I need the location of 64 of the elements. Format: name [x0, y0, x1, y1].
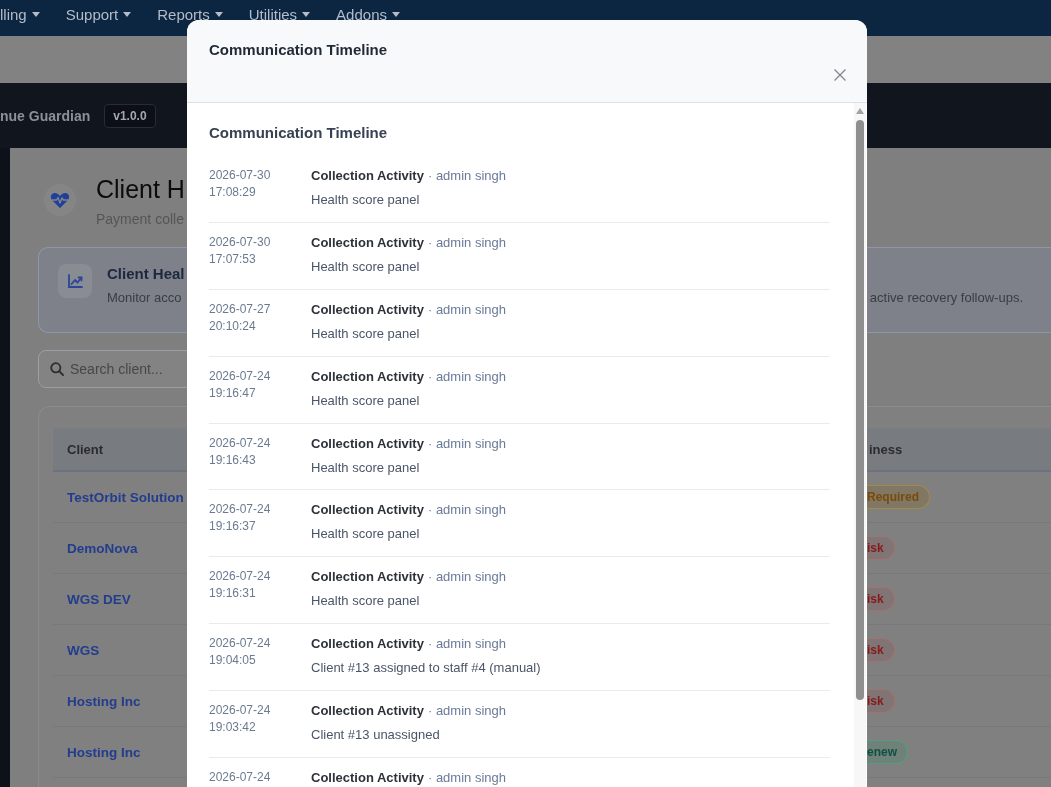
- entry-title: Collection Activity: [311, 702, 424, 721]
- entry-author: · admin singh: [427, 501, 506, 520]
- entry-title: Collection Activity: [311, 769, 424, 787]
- entry-date: 2026-07-24: [209, 367, 271, 385]
- status-badge: isk: [867, 587, 895, 611]
- entry-time: 17:08:29: [209, 184, 256, 201]
- column-header: iness: [869, 441, 903, 457]
- section-title: Communication Timeline: [209, 123, 388, 143]
- dialog-title: Communication Timeline: [209, 40, 388, 60]
- page-title: Client H: [96, 174, 185, 204]
- entry-date: 2026-07-24: [209, 702, 271, 720]
- entry-title: Collection Activity: [311, 434, 424, 453]
- info-card-description: active recovery follow-ups.: [869, 289, 1023, 307]
- entry-detail: Health score panel: [311, 257, 420, 276]
- info-card-title: Client Heal: [107, 264, 185, 284]
- entry-author: · admin singh: [427, 367, 506, 386]
- status-badge: enew: [867, 740, 908, 764]
- entry-author: · admin singh: [427, 233, 506, 252]
- entry-time: 17:07:53: [209, 250, 256, 268]
- entry-title: Collection Activity: [311, 501, 424, 520]
- entry-detail: Health score panel: [311, 592, 420, 611]
- entry-time: 19:04:05: [209, 652, 256, 670]
- entry-time: 19:03:42: [209, 719, 256, 737]
- entry-title: Collection Activity: [311, 167, 424, 185]
- entry-title: Collection Activity: [311, 568, 424, 587]
- entry-time: 20:10:24: [209, 317, 256, 335]
- status-badge: isk: [867, 689, 895, 713]
- entry-date: 2026-07-24: [209, 434, 271, 452]
- entry-author: · admin singh: [427, 769, 506, 787]
- entry-author: · admin singh: [427, 702, 506, 721]
- entry-title: Collection Activity: [311, 233, 424, 252]
- entry-date: 2026-07-24: [209, 635, 271, 653]
- status-badge: isk: [867, 536, 895, 560]
- column-header: Client: [67, 441, 104, 457]
- app-name: nue Guardian: [0, 107, 91, 124]
- entry-detail: Health score panel: [311, 525, 420, 544]
- version-badge: v1.0.0: [104, 103, 156, 128]
- entry-date: 2026-07-24: [209, 568, 271, 586]
- entry-title: Collection Activity: [311, 367, 424, 386]
- entry-date: 2026-07-24: [209, 501, 271, 519]
- entry-date: 2026-07-24: [209, 769, 271, 786]
- entry-detail: Client #13 assigned to staff #4 (manual): [311, 659, 541, 678]
- entry-date: 2026-07-27: [209, 300, 271, 318]
- entry-date: 2026-07-30: [209, 233, 271, 251]
- entry-time: 19:16:43: [209, 451, 256, 469]
- info-card-description: Monitor acco: [107, 289, 182, 307]
- status-badge: Required: [867, 485, 930, 509]
- entry-author: · admin singh: [427, 635, 506, 654]
- status-badge: isk: [867, 638, 895, 662]
- entry-detail: Health score panel: [311, 458, 420, 477]
- entry-author: · admin singh: [427, 167, 506, 185]
- entry-detail: Health score panel: [311, 324, 420, 343]
- entry-title: Collection Activity: [311, 635, 424, 654]
- entry-time: 19:16:37: [209, 518, 256, 536]
- entry-author: · admin singh: [427, 300, 506, 319]
- entry-detail: Health score panel: [311, 391, 420, 410]
- entry-title: Collection Activity: [311, 300, 424, 319]
- entry-detail: Client #13 unassigned: [311, 726, 440, 745]
- entry-author: · admin singh: [427, 568, 506, 587]
- entry-time: 19:16:47: [209, 384, 256, 402]
- entry-author: · admin singh: [427, 434, 506, 453]
- entry-detail: Health score panel: [311, 191, 420, 209]
- entry-date: 2026-07-30: [209, 167, 271, 184]
- entry-time: 19:16:31: [209, 585, 256, 603]
